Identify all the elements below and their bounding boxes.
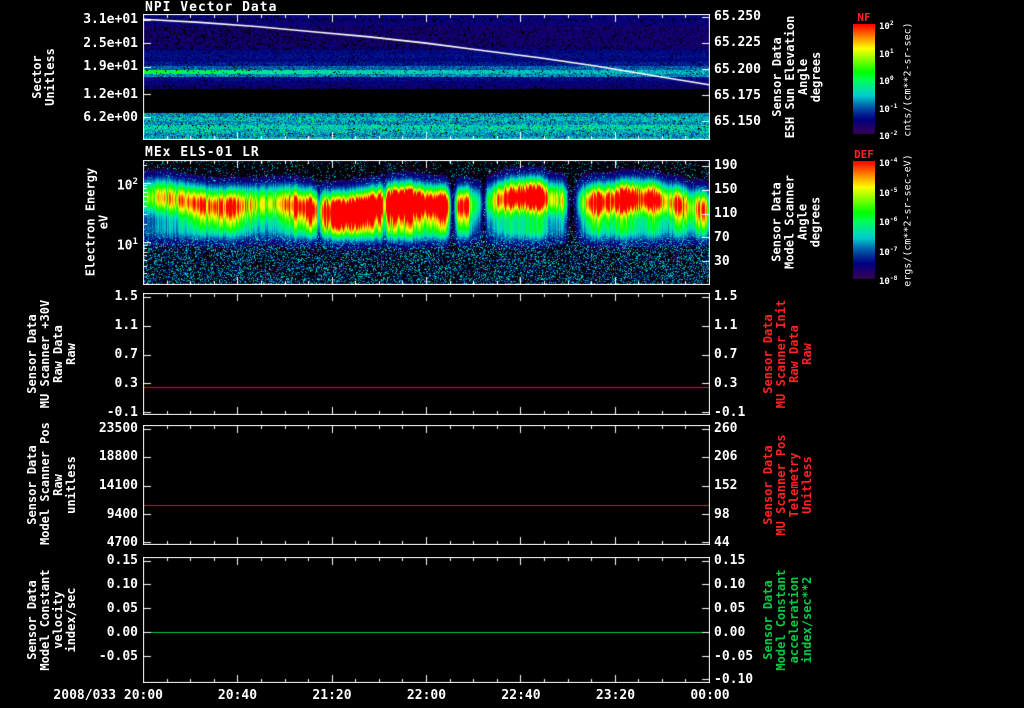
acceleration-right-axis-label: Sensor Data Model Constant acceleration …: [761, 569, 814, 671]
y-tick-label-right: 1.1: [714, 318, 738, 334]
y-tick-label-left: 2.5e+01: [83, 35, 138, 51]
y-tick-label-left: 23500: [98, 420, 138, 436]
x-tick-label-start: 2008/033 20:00: [53, 688, 163, 703]
y-tick-label-left: 1.9e+01: [83, 59, 138, 75]
y-tick-label-left: 0.05: [106, 600, 138, 616]
y-tick-label-right: 70: [714, 230, 730, 245]
y-tick-label-right: 30: [714, 254, 730, 270]
def-colorbar: [853, 161, 875, 279]
model-scanner-pos-plot-canvas: [143, 425, 710, 545]
y-tick-label-left: 1.1: [114, 318, 138, 334]
colorbar-tick-label: 10-2: [879, 130, 898, 142]
y-tick-label-left: 6.2e+00: [83, 109, 138, 125]
mu-scanner-30v-plot-canvas: [143, 293, 710, 415]
y-tick-label-left: 1.2e+01: [83, 86, 138, 102]
y-tick-label-left: 0.10: [106, 576, 138, 592]
colorbar-tick-label: 10-8: [879, 275, 898, 287]
colorbar-tick-label: 10-6: [879, 216, 898, 228]
y-tick-label-left: 0.3: [114, 376, 138, 392]
y-tick-label-right: 150: [714, 182, 738, 197]
y-tick-label-left: 0.7: [114, 347, 138, 363]
mu30v-right-axis-label: Sensor Data MU Scanner Init Raw Data Raw: [761, 299, 814, 409]
colorbar-tick-label: 100: [879, 75, 894, 87]
spectrogram-figure: NPI Vector Data MEx ELS-01 LR Sector Uni…: [0, 0, 1024, 708]
def-colorbar-units: ergs/(cm**2-sr-sec-eV): [902, 154, 914, 287]
y-tick-label-left: 0.00: [106, 624, 138, 640]
def-colorbar-title: DEF: [854, 148, 874, 161]
y-tick-label-left: 102: [116, 176, 138, 194]
y-tick-label-left: 14100: [98, 478, 138, 494]
scannerpos-right-axis-label: Sensor Data MU Scanner Pos Telemetry Uni…: [761, 434, 814, 536]
colorbar-tick-label: 10-1: [879, 102, 898, 115]
nf-colorbar-units: cnts/(cm**2-sr-sec): [902, 22, 914, 137]
y-tick-label-right: 65.225: [714, 35, 761, 51]
y-tick-label-right: 190: [714, 158, 738, 173]
colorbar-tick-label: 10-5: [879, 186, 898, 199]
y-tick-label-left: -0.05: [98, 648, 138, 664]
colorbar-tick-label: 101: [879, 47, 894, 60]
velocity-left-axis-label: Sensor Data Model Constant velocity inde…: [25, 569, 78, 671]
els-spectrogram-canvas: [143, 160, 710, 285]
y-tick-label-right: 0.7: [714, 347, 738, 363]
y-tick-label-right: -0.05: [714, 648, 754, 664]
y-tick-label-right: 44: [714, 535, 730, 551]
x-tick-label: 23:20: [595, 688, 636, 703]
y-tick-label-right: 0.15: [714, 552, 746, 568]
y-tick-label-right: 65.150: [714, 114, 761, 130]
x-tick-label: 21:20: [312, 688, 352, 703]
npi-right-axis-label: Sensor Data ESH Sun Elevation Angle degr…: [770, 15, 823, 139]
y-tick-label-left: 9400: [106, 506, 138, 522]
y-tick-label-right: 0.10: [714, 576, 746, 592]
y-tick-label-left: 4700: [106, 535, 138, 551]
x-tick-label: 22:00: [406, 688, 447, 703]
colorbar-tick-label: 102: [879, 20, 894, 32]
y-tick-label-left: 101: [116, 236, 138, 254]
model-constant-velocity-plot-canvas: [143, 557, 710, 683]
y-tick-label-left: 0.15: [106, 552, 138, 568]
els-right-axis-label: Sensor Data Model Scanner Angle degrees: [769, 175, 823, 269]
y-tick-label-left: 3.1e+01: [83, 11, 138, 27]
y-tick-label-right: 65.250: [714, 9, 761, 25]
panel-els-title: MEx ELS-01 LR: [145, 145, 260, 160]
y-tick-label-right: 1.5: [714, 289, 738, 305]
panel-npi-title: NPI Vector Data: [145, 0, 278, 15]
y-tick-label-right: 152: [714, 478, 738, 494]
y-tick-label-right: -0.1: [714, 405, 746, 421]
y-tick-label-left: 1.5: [114, 289, 138, 305]
y-tick-label-right: 65.200: [714, 61, 761, 77]
y-tick-label-right: 110: [714, 206, 738, 221]
colorbar-tick-label: 10-4: [879, 157, 898, 169]
y-tick-label-right: 0.3: [714, 376, 738, 392]
npi-spectrogram-canvas: [143, 14, 710, 140]
y-tick-label-right: -0.10: [714, 672, 754, 688]
npi-left-axis-label: Sector Unitless: [30, 48, 57, 106]
colorbar-tick-label: 10-7: [879, 245, 898, 258]
x-tick-label: 20:40: [217, 688, 258, 703]
nf-colorbar: [853, 24, 875, 134]
nf-colorbar-title: NF: [857, 11, 871, 24]
y-tick-label-left: 18800: [98, 449, 138, 465]
y-tick-label-right: 65.175: [714, 87, 761, 103]
y-tick-label-right: 260: [714, 420, 738, 436]
y-tick-label-right: 98: [714, 506, 730, 522]
x-tick-label: 22:40: [501, 688, 541, 703]
y-tick-label-right: 0.00: [714, 624, 746, 640]
y-tick-label-right: 0.05: [714, 600, 746, 616]
y-tick-label-right: 206: [714, 449, 738, 465]
x-tick-label: 00:00: [690, 688, 730, 703]
y-tick-label-left: -0.1: [106, 405, 138, 421]
